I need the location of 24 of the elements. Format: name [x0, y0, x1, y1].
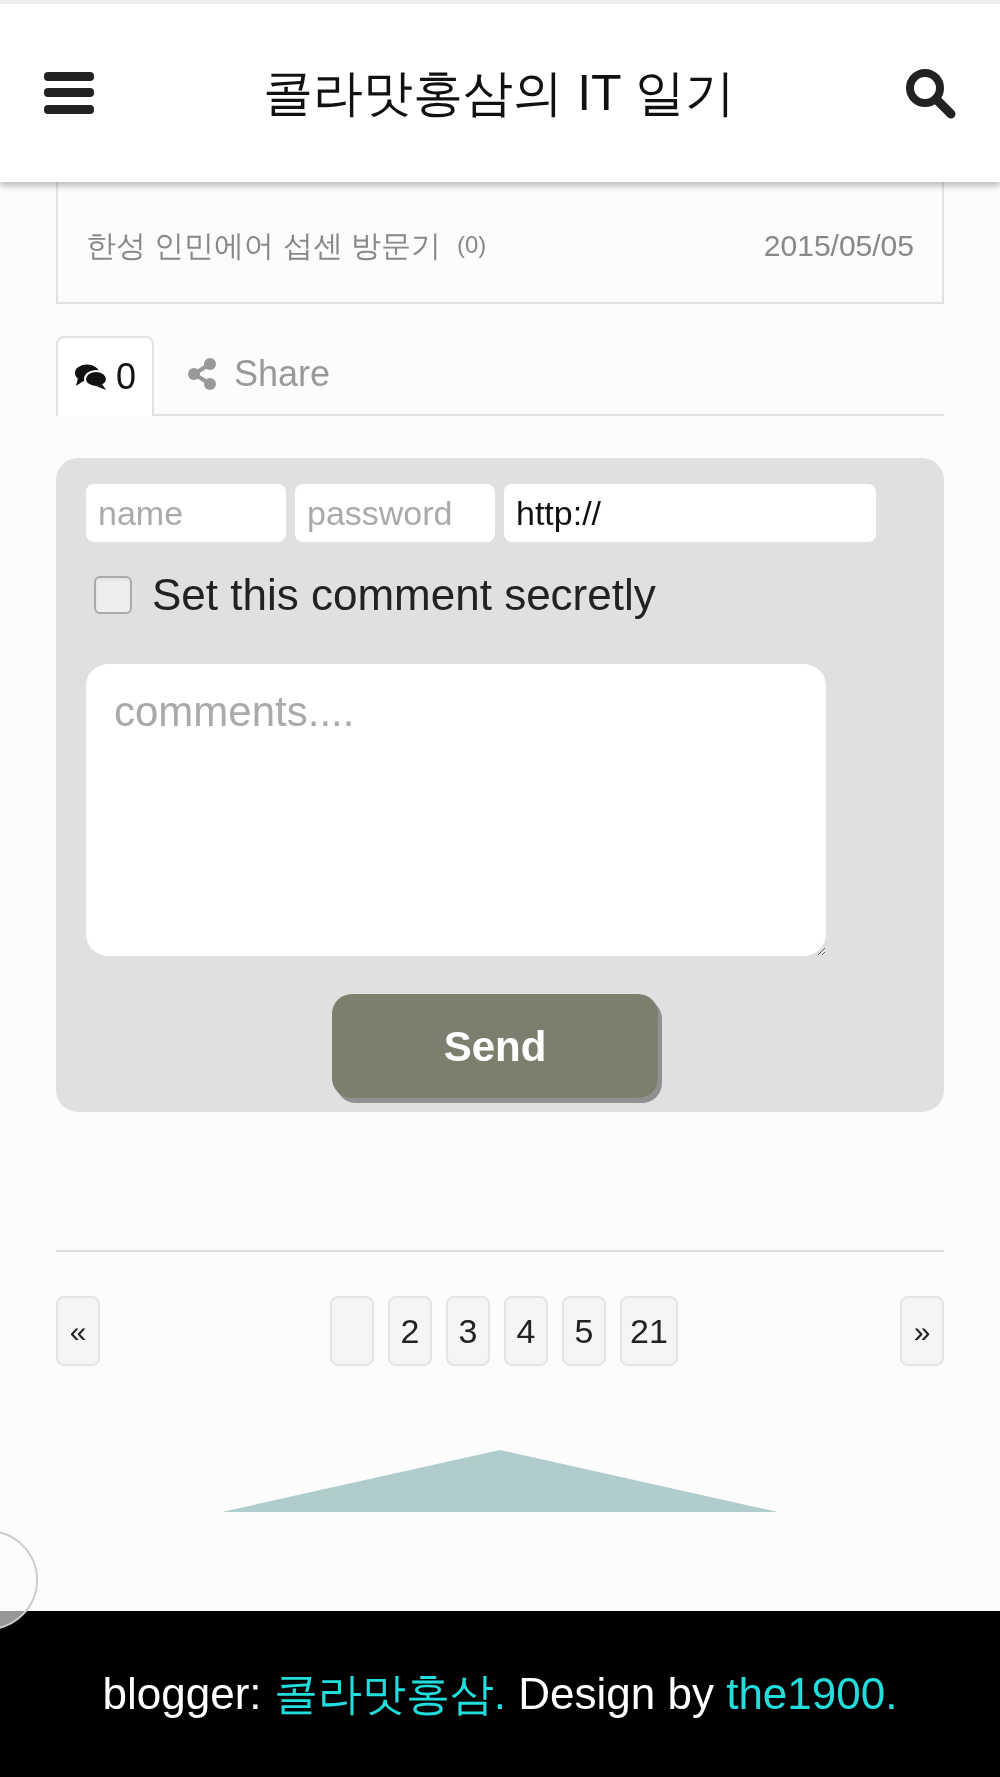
search-icon[interactable]: [904, 67, 956, 119]
previous-page-button[interactable]: «: [56, 1296, 100, 1366]
footer-text: blogger: 콜라맛홍삼. Design by the1900.: [102, 1668, 898, 1720]
next-page-button[interactable]: »: [900, 1296, 944, 1366]
share-icon: [186, 357, 219, 391]
comment-field[interactable]: comments....: [86, 664, 826, 956]
designer-link[interactable]: the1900.: [726, 1669, 898, 1718]
menu-icon[interactable]: [44, 72, 94, 114]
secret-label: Set this comment secretly: [152, 569, 656, 621]
url-field[interactable]: http://: [504, 484, 876, 542]
page-button[interactable]: 4: [504, 1296, 548, 1366]
page-button[interactable]: 3: [446, 1296, 490, 1366]
blogger-link[interactable]: 콜라맛홍삼.: [273, 1669, 507, 1718]
name-field[interactable]: name: [86, 484, 286, 542]
comment-count: (0): [457, 230, 487, 260]
password-field[interactable]: password: [295, 484, 495, 542]
blog-title: 콜라맛홍삼의 IT 일기: [263, 63, 735, 123]
page-button[interactable]: 2: [388, 1296, 432, 1366]
secret-checkbox[interactable]: [94, 576, 132, 614]
post-date: 2015/05/05: [763, 227, 914, 264]
speech-bubbles-icon: [74, 362, 108, 392]
page-button[interactable]: 5: [562, 1296, 606, 1366]
page-button[interactable]: 21: [620, 1296, 678, 1366]
comments-tab[interactable]: 0: [56, 336, 155, 416]
